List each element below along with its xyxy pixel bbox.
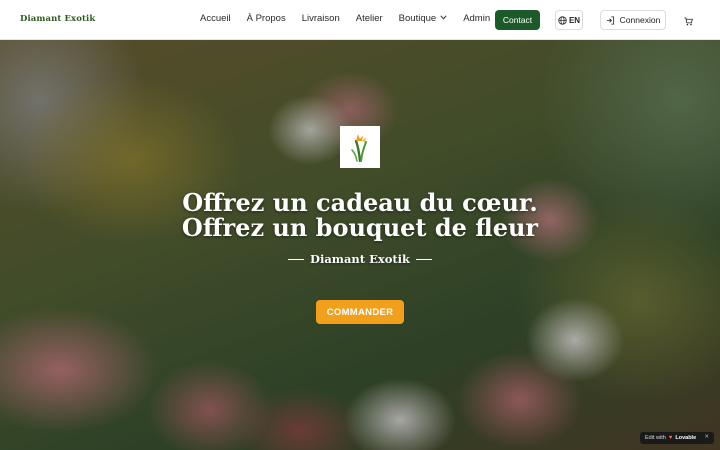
hero-title-line-2: Offrez un bouquet de fleur — [181, 213, 539, 242]
hero-subtitle-text: Diamant Exotik — [309, 252, 411, 266]
login-label: Connexion — [619, 15, 661, 25]
nav-item-livraison[interactable]: Livraison — [302, 13, 340, 24]
subtitle-rule-left — [287, 258, 304, 260]
lovable-badge-prefix: Edit with — [645, 435, 666, 441]
lovable-badge[interactable]: Edit with ♥ Lovable ✕ — [640, 432, 714, 444]
flower-logo-icon — [340, 126, 380, 168]
nav-item-accueil[interactable]: Accueil — [200, 13, 231, 24]
main-nav: Accueil À Propos Livraison Atelier Bouti… — [200, 13, 506, 24]
site-header: Diamant Exotik Accueil À Propos Livraiso… — [0, 0, 720, 40]
hero-section: Offrez un cadeau du cœur. Offrez un bouq… — [0, 40, 720, 450]
lovable-badge-brand: Lovable — [675, 435, 697, 441]
cart-icon[interactable] — [684, 13, 698, 27]
hero-background-image — [0, 40, 720, 450]
subtitle-rule-right — [416, 258, 433, 260]
chevron-down-icon — [440, 15, 447, 22]
order-button[interactable]: COMMANDER — [316, 300, 404, 324]
login-button[interactable]: Connexion — [600, 10, 666, 30]
hero-subtitle: Diamant Exotik — [0, 252, 720, 266]
nav-item-admin[interactable]: Admin — [463, 13, 490, 24]
nav-item-boutique[interactable]: Boutique — [399, 13, 448, 24]
nav-item-boutique-label: Boutique — [398, 13, 437, 24]
nav-item-a-propos[interactable]: À Propos — [247, 13, 286, 24]
brand-logo[interactable]: Diamant Exotik — [20, 14, 95, 24]
language-label: EN — [568, 15, 581, 25]
globe-icon — [558, 15, 567, 25]
login-icon — [606, 15, 614, 25]
lovable-heart-icon: ♥ — [668, 435, 673, 441]
contact-button[interactable]: Contact — [495, 10, 540, 30]
language-button[interactable]: EN — [555, 10, 583, 30]
nav-item-atelier[interactable]: Atelier — [356, 13, 383, 24]
close-icon[interactable]: ✕ — [704, 434, 709, 440]
